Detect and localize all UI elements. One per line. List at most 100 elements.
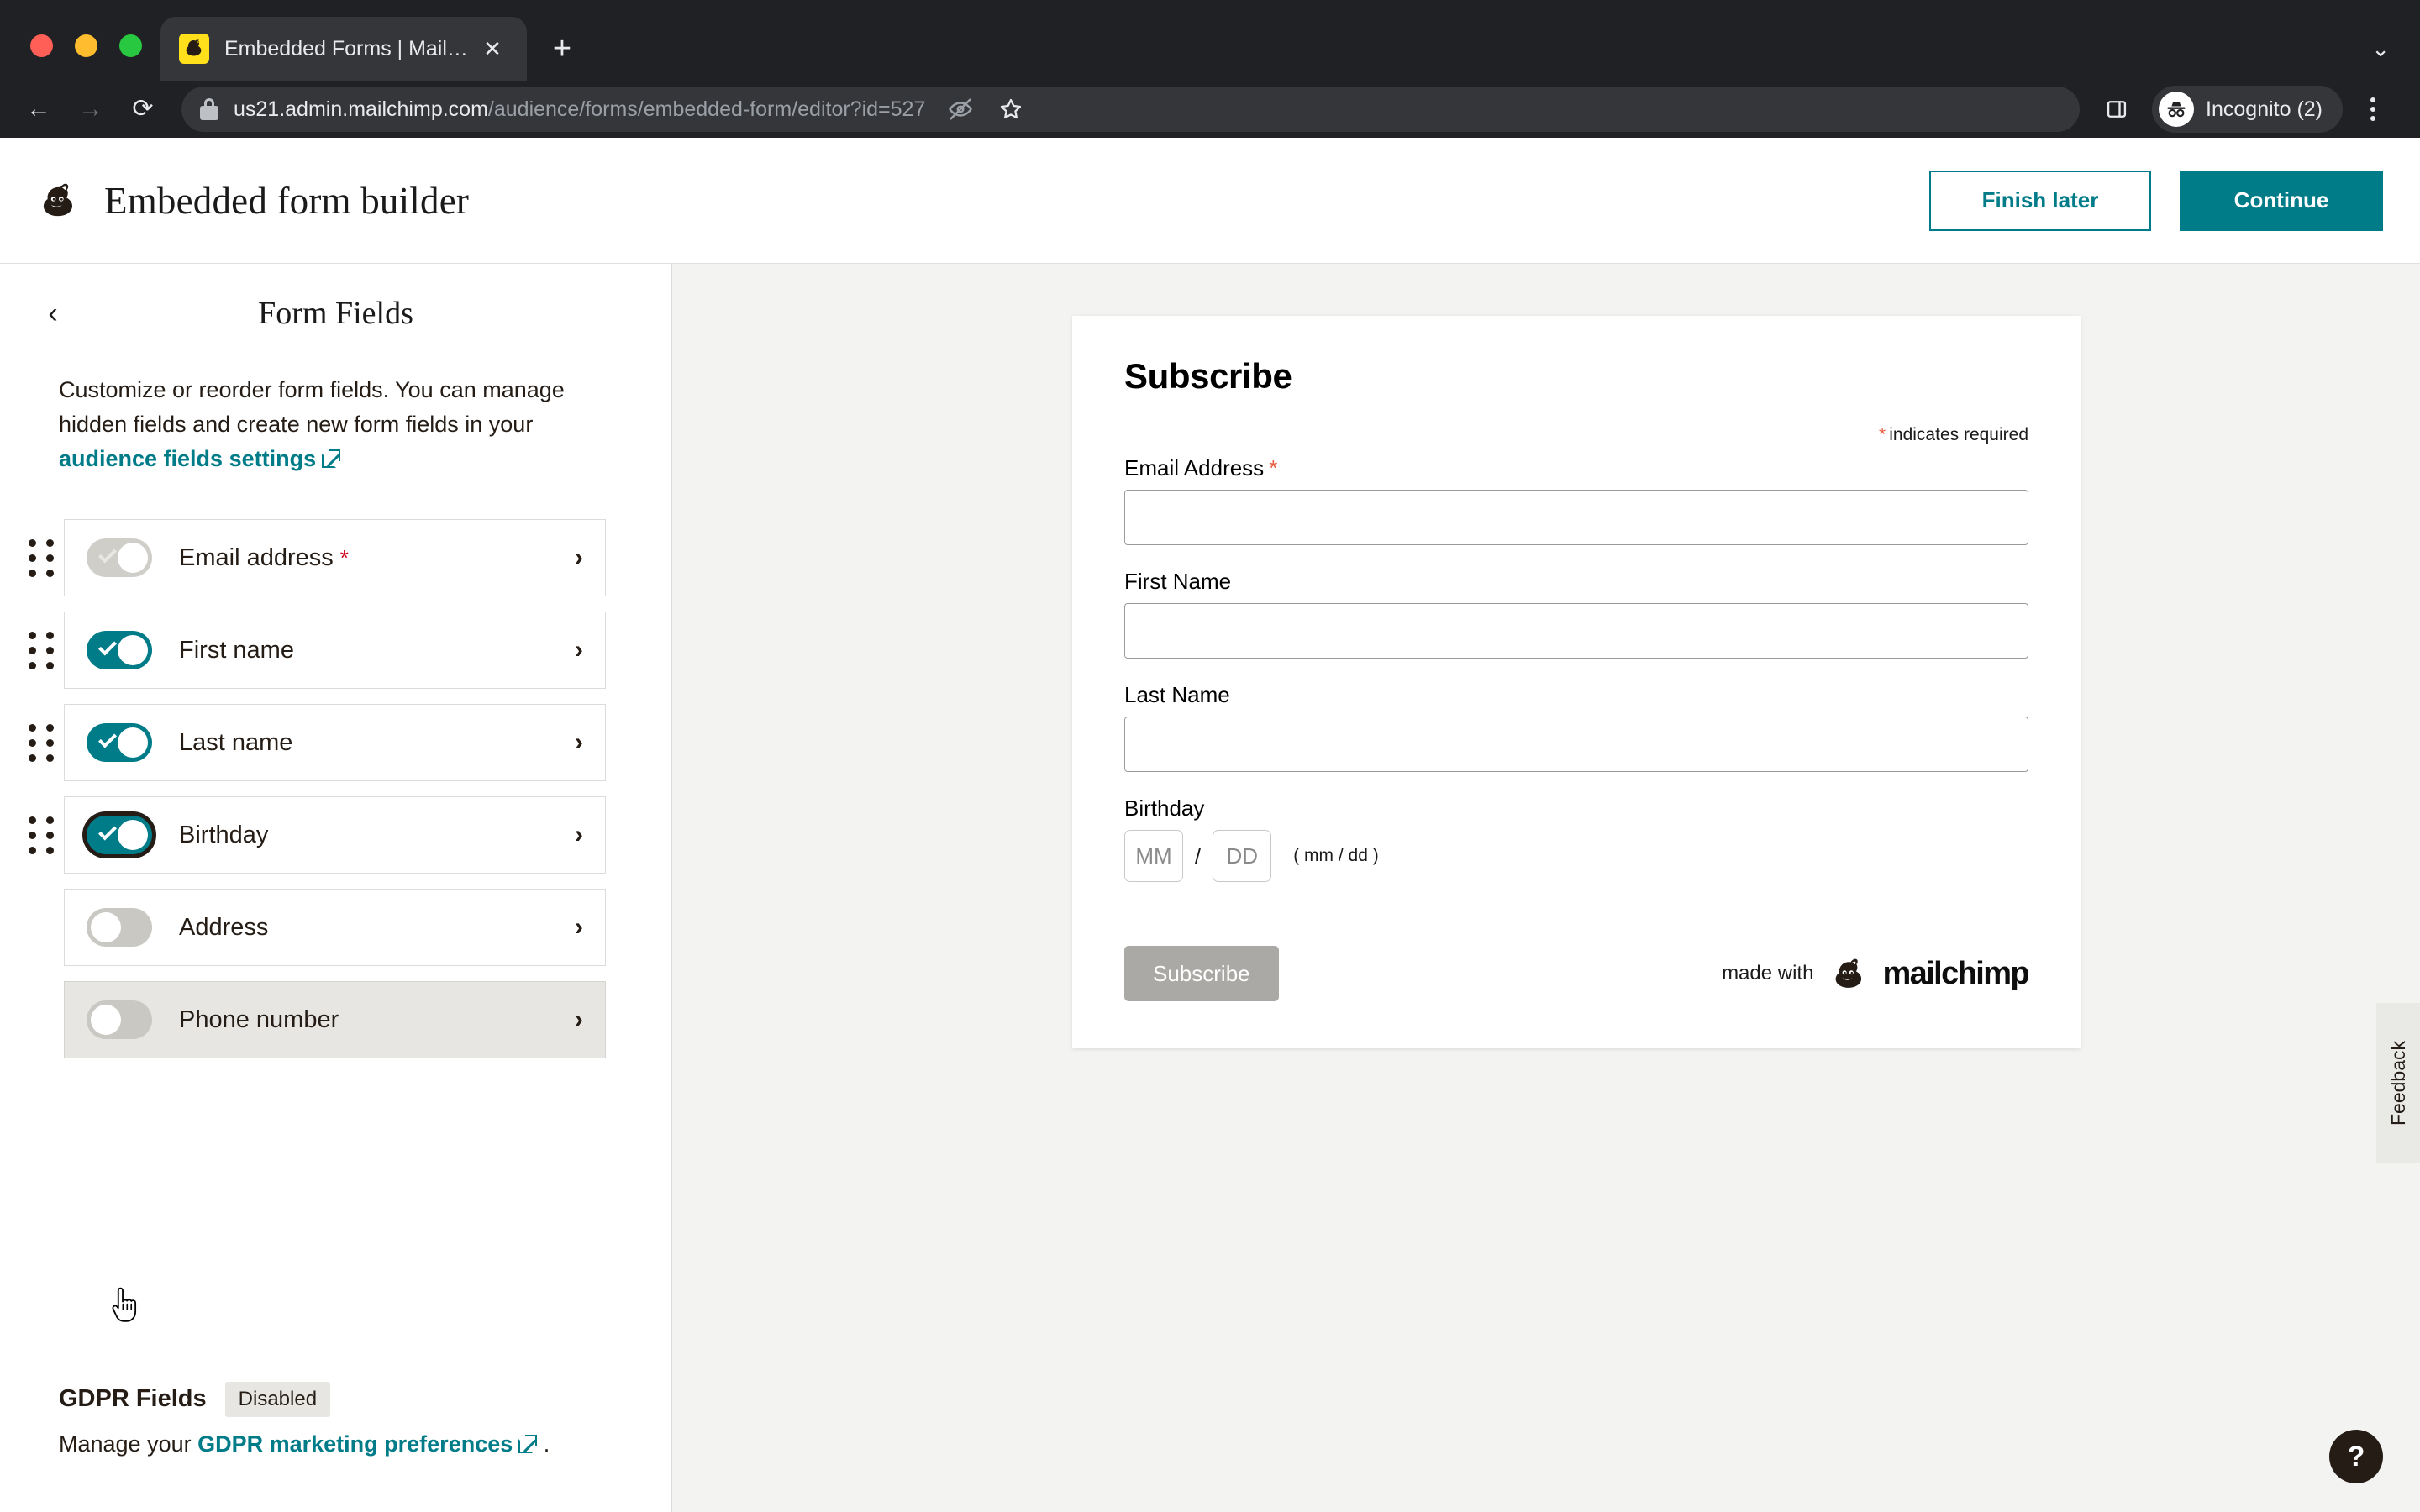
field-label: Email Address * — [1124, 455, 2028, 481]
chevron-right-icon[interactable]: › — [575, 1005, 583, 1034]
gdpr-marketing-preferences-link[interactable]: GDPR marketing preferences — [197, 1431, 513, 1457]
birthday-month-input[interactable]: MM — [1124, 830, 1183, 882]
drag-handle-icon[interactable] — [18, 812, 64, 858]
forward-button[interactable]: → — [67, 86, 114, 133]
reload-button[interactable]: ⟳ — [119, 86, 166, 133]
field-label: Address — [179, 913, 269, 941]
toggle-birthday[interactable] — [87, 816, 152, 855]
mailchimp-logo-icon — [1827, 951, 1869, 997]
tab-title: Embedded Forms | Mailchimp — [224, 36, 476, 60]
url-host: us21.admin.mailchimp.com — [234, 97, 488, 121]
field-row-email-address[interactable]: Email address * › — [64, 519, 606, 597]
required-asterisk: * — [1269, 455, 1278, 480]
chevron-right-icon[interactable]: › — [575, 636, 583, 664]
sidebar-header: ‹ Form Fields — [0, 264, 671, 363]
made-with-mailchimp-badge[interactable]: made with mailchimp — [1722, 951, 2030, 997]
feedback-label: Feedback — [2386, 1040, 2409, 1126]
list-item: Address › — [0, 881, 671, 974]
external-link-icon — [322, 449, 341, 469]
toggle-first-name[interactable] — [87, 631, 152, 670]
feedback-tab[interactable]: Feedback — [2376, 1003, 2420, 1163]
close-tab-icon[interactable]: ✕ — [476, 33, 508, 65]
continue-button[interactable]: Continue — [2180, 170, 2383, 231]
preview-field-birthday: Birthday MM / DD ( mm / dd ) — [1124, 795, 2028, 882]
subscribe-button[interactable]: Subscribe — [1124, 946, 1279, 1001]
chevron-right-icon[interactable]: › — [575, 913, 583, 942]
help-button[interactable]: ? — [2329, 1430, 2383, 1483]
chevron-right-icon[interactable]: › — [575, 728, 583, 757]
field-label: Email address — [179, 543, 334, 571]
preview-field-last-name: Last Name — [1124, 682, 2028, 772]
last-name-input[interactable] — [1124, 717, 2028, 772]
bookmark-star-icon[interactable] — [989, 87, 1033, 131]
toggle-address[interactable] — [87, 908, 152, 948]
tab-search-chevron-down-icon[interactable]: ⌄ — [2371, 36, 2390, 62]
field-row-phone-number[interactable]: Phone number › — [64, 981, 606, 1059]
subscribe-form-preview: Subscribe * indicates required Email Addr… — [1072, 316, 2081, 1048]
chevron-right-icon[interactable]: › — [575, 821, 583, 849]
drag-handle-icon[interactable] — [18, 720, 64, 765]
toggle-phone-number[interactable] — [87, 1000, 152, 1040]
tab-strip: Embedded Forms | Mailchimp ✕ + ⌄ — [0, 0, 2420, 81]
gdpr-description: Manage your GDPR marketing preferences . — [59, 1427, 613, 1462]
field-row-birthday[interactable]: Birthday › — [64, 796, 606, 874]
maximize-window-button[interactable] — [119, 34, 142, 57]
brand: Embedded form builder — [34, 175, 469, 226]
sidebar-description: Customize or reorder form fields. You ca… — [0, 363, 671, 476]
email-address-input[interactable] — [1124, 490, 2028, 545]
field-label: Last Name — [1124, 682, 1230, 707]
audience-fields-settings-link[interactable]: audience fields settings — [59, 446, 316, 471]
birthday-day-input[interactable]: DD — [1213, 830, 1272, 882]
field-row-last-name[interactable]: Last name › — [64, 704, 606, 782]
browser-chrome: Embedded Forms | Mailchimp ✕ + ⌄ ← → ⟳ u… — [0, 0, 2420, 138]
side-panel-icon[interactable] — [2095, 87, 2139, 131]
field-list: Email address * › First name › Last name… — [0, 512, 671, 1066]
gdpr-text-pre: Manage your — [59, 1431, 198, 1457]
chevron-right-icon[interactable]: › — [575, 543, 583, 572]
finish-later-button[interactable]: Finish later — [1929, 170, 2151, 231]
panel-title: Form Fields — [258, 296, 413, 331]
birthday-separator: / — [1195, 843, 1202, 869]
profile-incognito-button[interactable]: Incognito (2) — [2152, 86, 2343, 133]
new-tab-button[interactable]: + — [539, 25, 586, 72]
list-item: Email address * › — [0, 512, 671, 604]
toggle-last-name[interactable] — [87, 723, 152, 763]
url-text: us21.admin.mailchimp.com/audience/forms/… — [234, 97, 925, 122]
profile-label: Incognito (2) — [2206, 97, 2323, 121]
first-name-input[interactable] — [1124, 603, 2028, 659]
field-row-first-name[interactable]: First name › — [64, 612, 606, 690]
minimize-window-button[interactable] — [75, 34, 97, 57]
url-path: /audience/forms/embedded-form/editor?id=… — [487, 97, 926, 121]
window-controls — [0, 34, 142, 81]
form-footer: Subscribe made with mailchimp — [1124, 946, 2030, 1001]
field-row-address[interactable]: Address › — [64, 889, 606, 967]
list-item: Phone number › — [0, 974, 671, 1066]
field-label-text: Email Address — [1124, 455, 1265, 480]
field-label: First name — [179, 636, 294, 664]
chrome-menu-button[interactable] — [2351, 87, 2395, 131]
page-title: Embedded form builder — [104, 179, 470, 222]
drag-handle-icon[interactable] — [18, 627, 64, 673]
app-header: Embedded form builder Finish later Conti… — [0, 138, 2420, 264]
eye-off-icon[interactable] — [939, 87, 982, 131]
field-label: First Name — [1124, 569, 1232, 594]
omnibox-actions — [939, 87, 1033, 131]
back-chevron-left-icon[interactable]: ‹ — [34, 294, 72, 333]
gdpr-title: GDPR Fields — [59, 1385, 207, 1413]
back-button[interactable]: ← — [15, 86, 62, 133]
list-item: First name › — [0, 604, 671, 696]
drag-handle-icon[interactable] — [18, 535, 64, 580]
external-link-icon — [518, 1434, 538, 1453]
field-label: Birthday — [1124, 795, 1205, 821]
form-preview-canvas: Subscribe * indicates required Email Addr… — [672, 264, 2420, 1512]
required-asterisk: * — [1879, 425, 1886, 444]
incognito-icon — [2159, 92, 2195, 127]
browser-tab[interactable]: Embedded Forms | Mailchimp ✕ — [160, 17, 527, 81]
close-window-button[interactable] — [30, 34, 53, 57]
header-actions: Finish later Continue — [1929, 170, 2383, 231]
field-label: Phone number — [179, 1005, 339, 1033]
address-bar[interactable]: us21.admin.mailchimp.com/audience/forms/… — [182, 87, 2081, 132]
toggle-email-address[interactable] — [87, 538, 152, 578]
required-asterisk: * — [339, 544, 349, 570]
field-label: Birthday — [179, 821, 269, 848]
